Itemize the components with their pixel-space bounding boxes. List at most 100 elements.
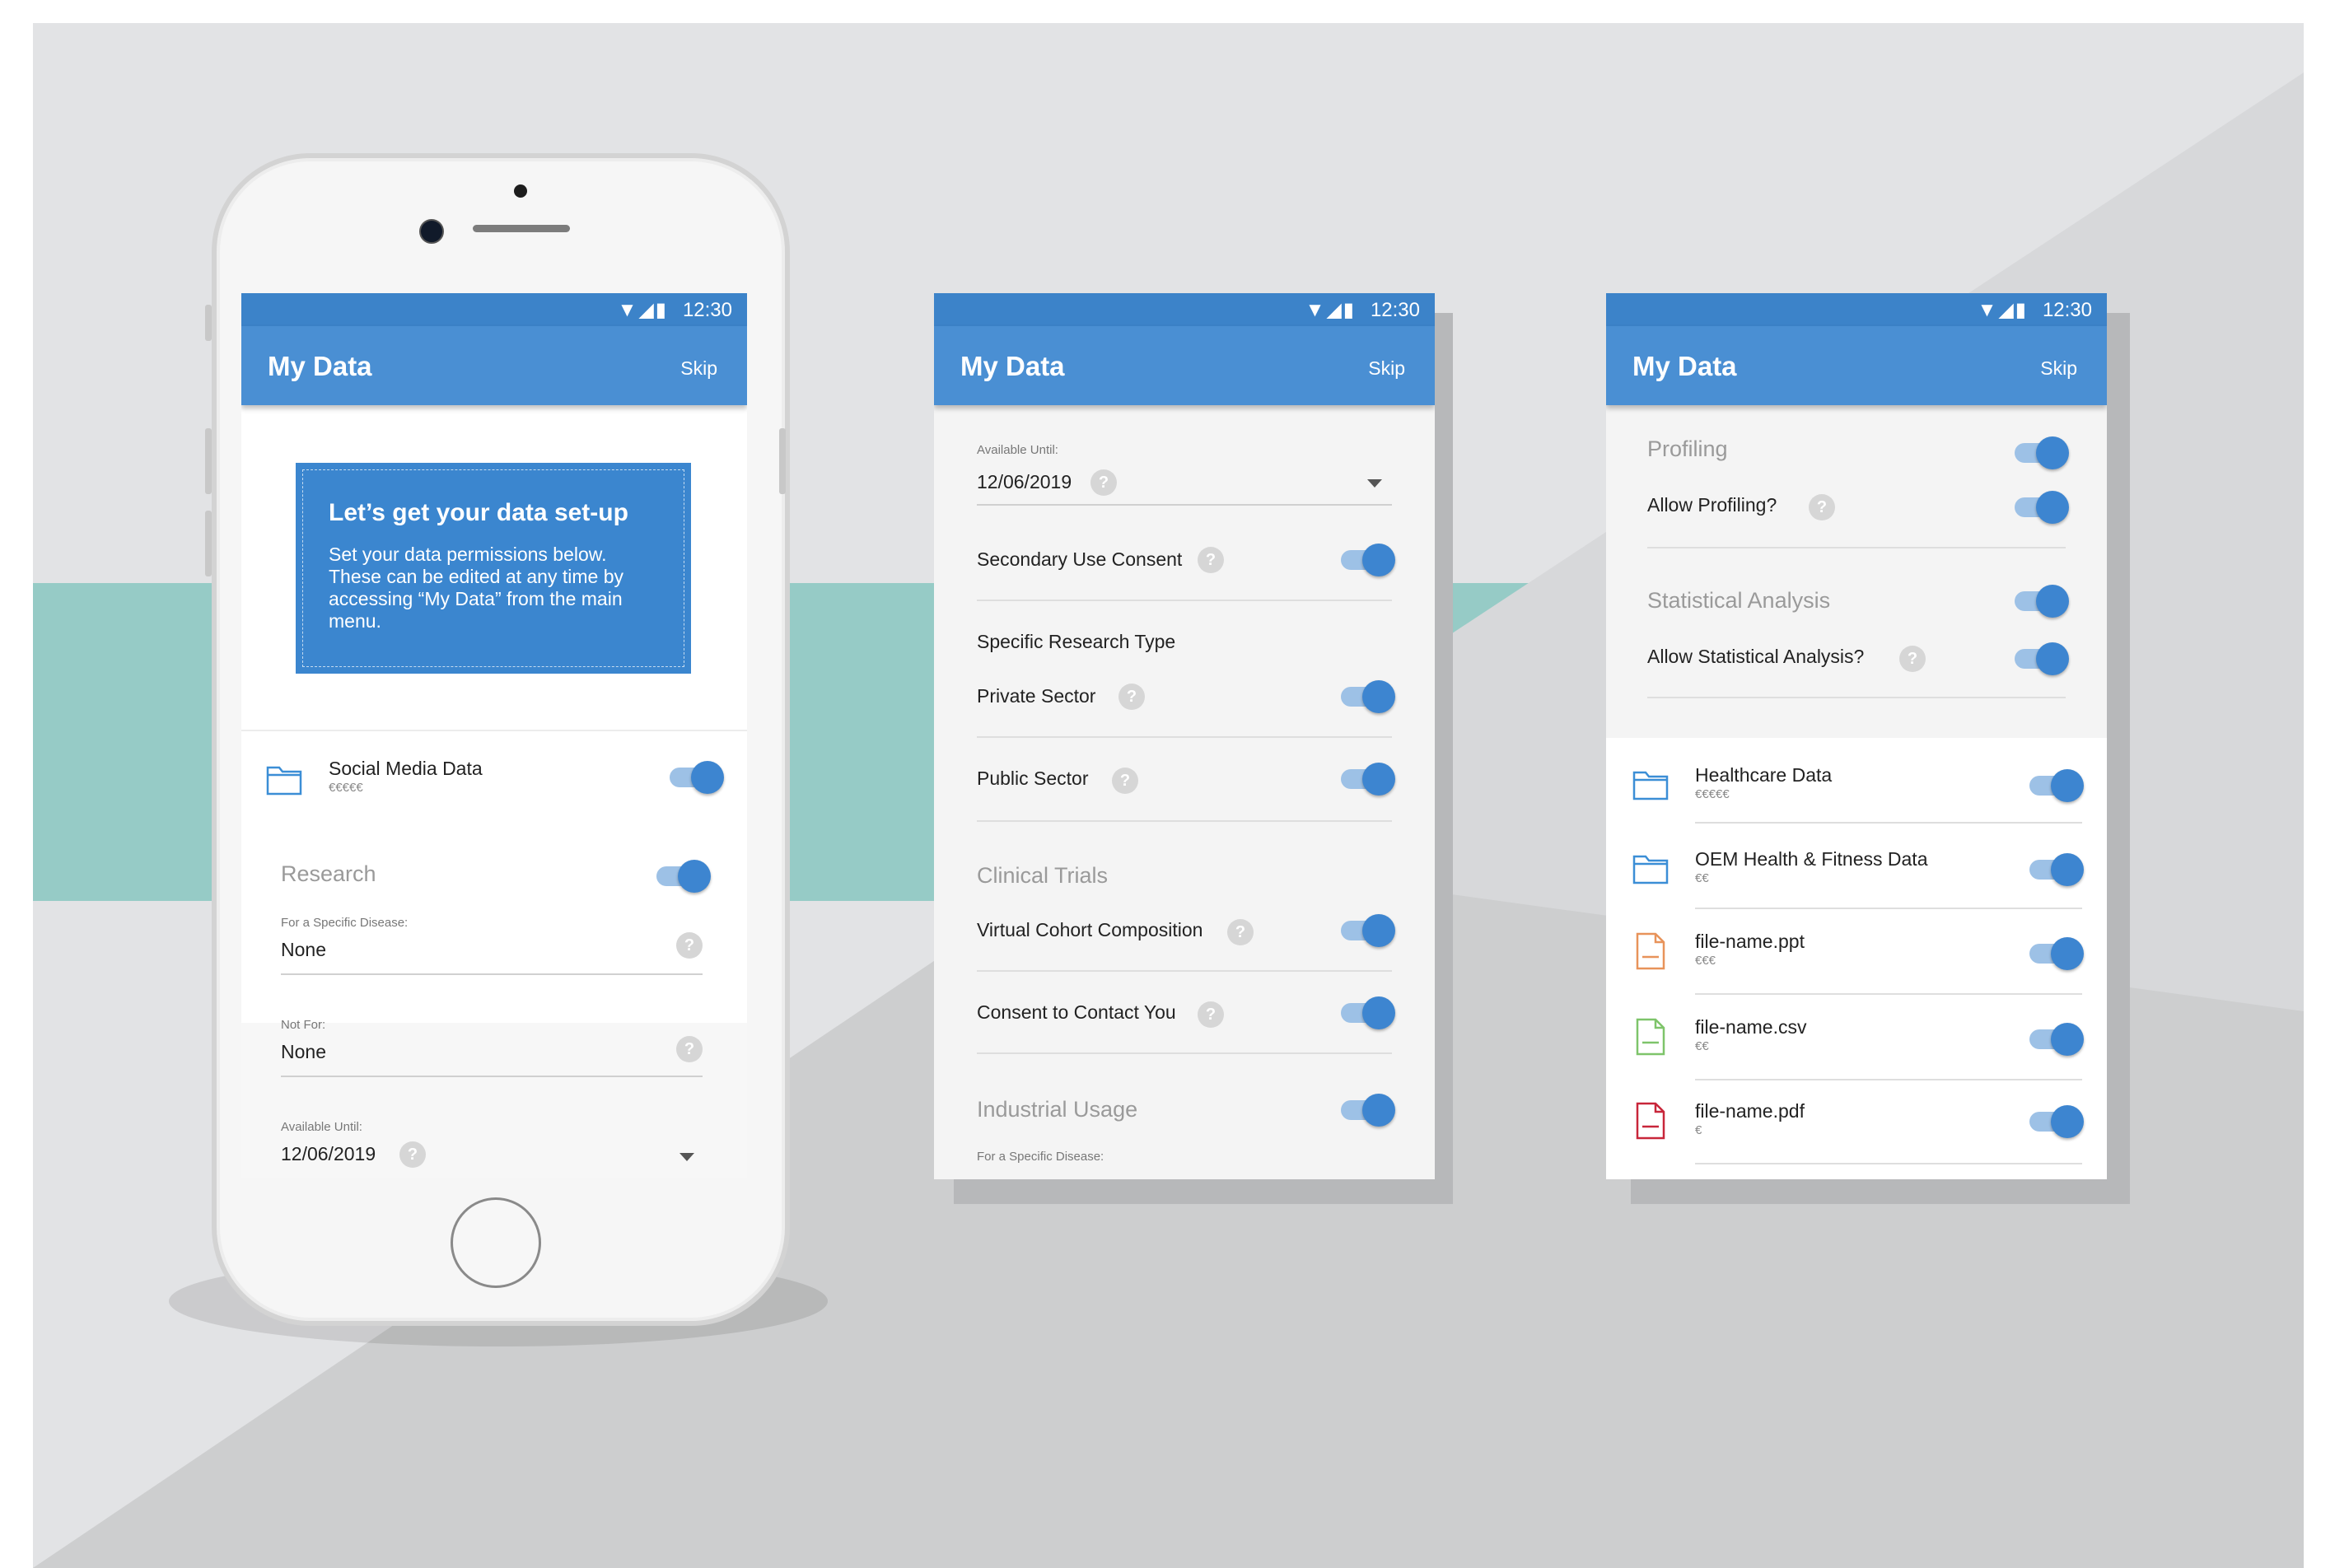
public-sector-toggle[interactable] [1341,763,1395,796]
list-item-toggle[interactable] [2029,769,2084,802]
divider [1695,1163,2082,1164]
social-media-row[interactable]: Social Media Data €€€€€ [241,731,747,824]
app-bar: My Data Skip [1606,326,2107,405]
status-time: 12:30 [2042,299,2092,321]
status-bar: ▼◢▮ 12:30 [934,293,1435,326]
allow-statistical-label: Allow Statistical Analysis? [1647,646,1865,667]
research-toggle[interactable] [656,860,711,893]
field-underline [281,1076,703,1077]
help-icon[interactable]: ? [676,932,703,959]
help-icon[interactable]: ? [1899,646,1926,672]
intro-card: Let’s get your data set-up Set your data… [296,463,691,674]
field-underline [281,973,703,975]
page-title: My Data [1632,351,1737,381]
list-item-toggle[interactable] [2029,937,2084,970]
intro-title: Let’s get your data set-up [329,499,628,526]
social-media-value: €€€€€ [329,781,363,795]
status-bar: ▼◢▮ 12:30 [1606,293,2107,326]
skip-button[interactable]: Skip [1368,357,1405,380]
ppt-file-icon [1636,932,1665,970]
statistical-analysis-label: Statistical Analysis [1647,588,1831,613]
signal-icon: ▼◢▮ [1305,299,1356,321]
folder-icon [266,766,302,796]
help-icon[interactable]: ? [1227,919,1254,945]
allow-statistical-toggle[interactable] [2015,642,2069,675]
screen-setup: ▼◢▮ 12:30 My Data Skip Let’s get your da… [241,293,747,1178]
not-for-field[interactable]: None [281,1041,326,1063]
folder-icon [1632,771,1669,800]
statistical-analysis-toggle[interactable] [2015,585,2069,618]
status-bar: ▼◢▮ 12:30 [241,293,747,326]
list-item-label: Healthcare Data [1695,764,1833,786]
chevron-down-icon[interactable] [1367,479,1382,488]
list-item-value: €€ [1695,1039,1709,1053]
chevron-down-icon[interactable] [679,1153,694,1161]
profiling-toggle[interactable] [2015,436,2069,469]
consent-contact-toggle[interactable] [1341,996,1395,1029]
help-icon[interactable]: ? [1198,1001,1224,1028]
app-bar: My Data Skip [934,326,1435,405]
phone-earpiece [473,225,570,232]
virtual-cohort-label: Virtual Cohort Composition [977,919,1203,940]
for-disease-label: For a Specific Disease: [281,916,409,930]
list-item-toggle[interactable] [2029,853,2084,886]
research-label: Research [281,861,376,886]
private-sector-label: Private Sector [977,685,1096,707]
specific-research-label: Specific Research Type [977,631,1176,652]
app-bar: My Data Skip [241,326,747,405]
page-title: My Data [960,351,1065,381]
divider [977,820,1392,822]
private-sector-toggle[interactable] [1341,680,1395,713]
list-item-value: €€€€€ [1695,787,1730,801]
screen-research-types: ▼◢▮ 12:30 My Data Skip Available Until: … [934,293,1435,1179]
signal-icon: ▼◢▮ [1977,299,2028,321]
divider [977,736,1392,738]
secondary-use-label: Secondary Use Consent [977,548,1183,570]
list-item[interactable]: file-name.pdf € [1606,1080,2107,1166]
list-item-label: file-name.pdf [1695,1100,1805,1122]
skip-button[interactable]: Skip [680,357,717,380]
skip-button[interactable]: Skip [2040,357,2077,380]
secondary-use-toggle[interactable] [1341,544,1395,576]
available-until-field[interactable]: 12/06/2019 [977,471,1072,493]
list-item-toggle[interactable] [2029,1023,2084,1056]
folder-icon [1632,855,1669,884]
list-item[interactable]: OEM Health & Fitness Data €€ [1606,824,2107,909]
list-item-label: OEM Health & Fitness Data [1695,848,1928,870]
csv-file-icon [1636,1018,1665,1056]
list-item-label: file-name.ppt [1695,931,1805,952]
help-icon[interactable]: ? [1198,547,1224,573]
available-until-label: Available Until: [281,1120,362,1134]
list-item-value: €€€ [1695,954,1716,968]
industrial-usage-toggle[interactable] [1341,1094,1395,1127]
list-item[interactable]: file-name.ppt €€€ [1606,909,2107,995]
profiling-label: Profiling [1647,436,1728,461]
status-time: 12:30 [1370,299,1420,321]
help-icon[interactable]: ? [1809,494,1835,520]
available-until-label: Available Until: [977,443,1058,457]
available-until-field[interactable]: 12/06/2019 [281,1143,376,1165]
for-disease-label: For a Specific Disease: [977,1150,1104,1164]
social-media-toggle[interactable] [670,761,724,794]
consent-contact-label: Consent to Contact You [977,1001,1176,1023]
help-icon[interactable]: ? [1112,768,1138,794]
list-item[interactable]: file-name.csv €€ [1606,995,2107,1080]
virtual-cohort-toggle[interactable] [1341,914,1395,947]
help-icon[interactable]: ? [1118,684,1145,710]
divider [977,600,1392,601]
list-item[interactable]: Healthcare Data €€€€€ [1606,738,2107,824]
public-sector-label: Public Sector [977,768,1089,789]
not-for-label: Not For: [281,1018,326,1032]
phone-side-button [205,428,212,494]
help-icon[interactable]: ? [399,1141,426,1168]
status-time: 12:30 [682,299,732,321]
pdf-file-icon [1636,1102,1665,1140]
help-icon[interactable]: ? [1090,469,1117,496]
list-item-toggle[interactable] [2029,1105,2084,1138]
allow-profiling-toggle[interactable] [2015,491,2069,524]
field-underline [977,504,1392,506]
help-icon[interactable]: ? [676,1036,703,1062]
for-disease-field[interactable]: None [281,939,326,961]
allow-profiling-label: Allow Profiling? [1647,494,1777,516]
phone-home-button[interactable] [451,1197,541,1288]
